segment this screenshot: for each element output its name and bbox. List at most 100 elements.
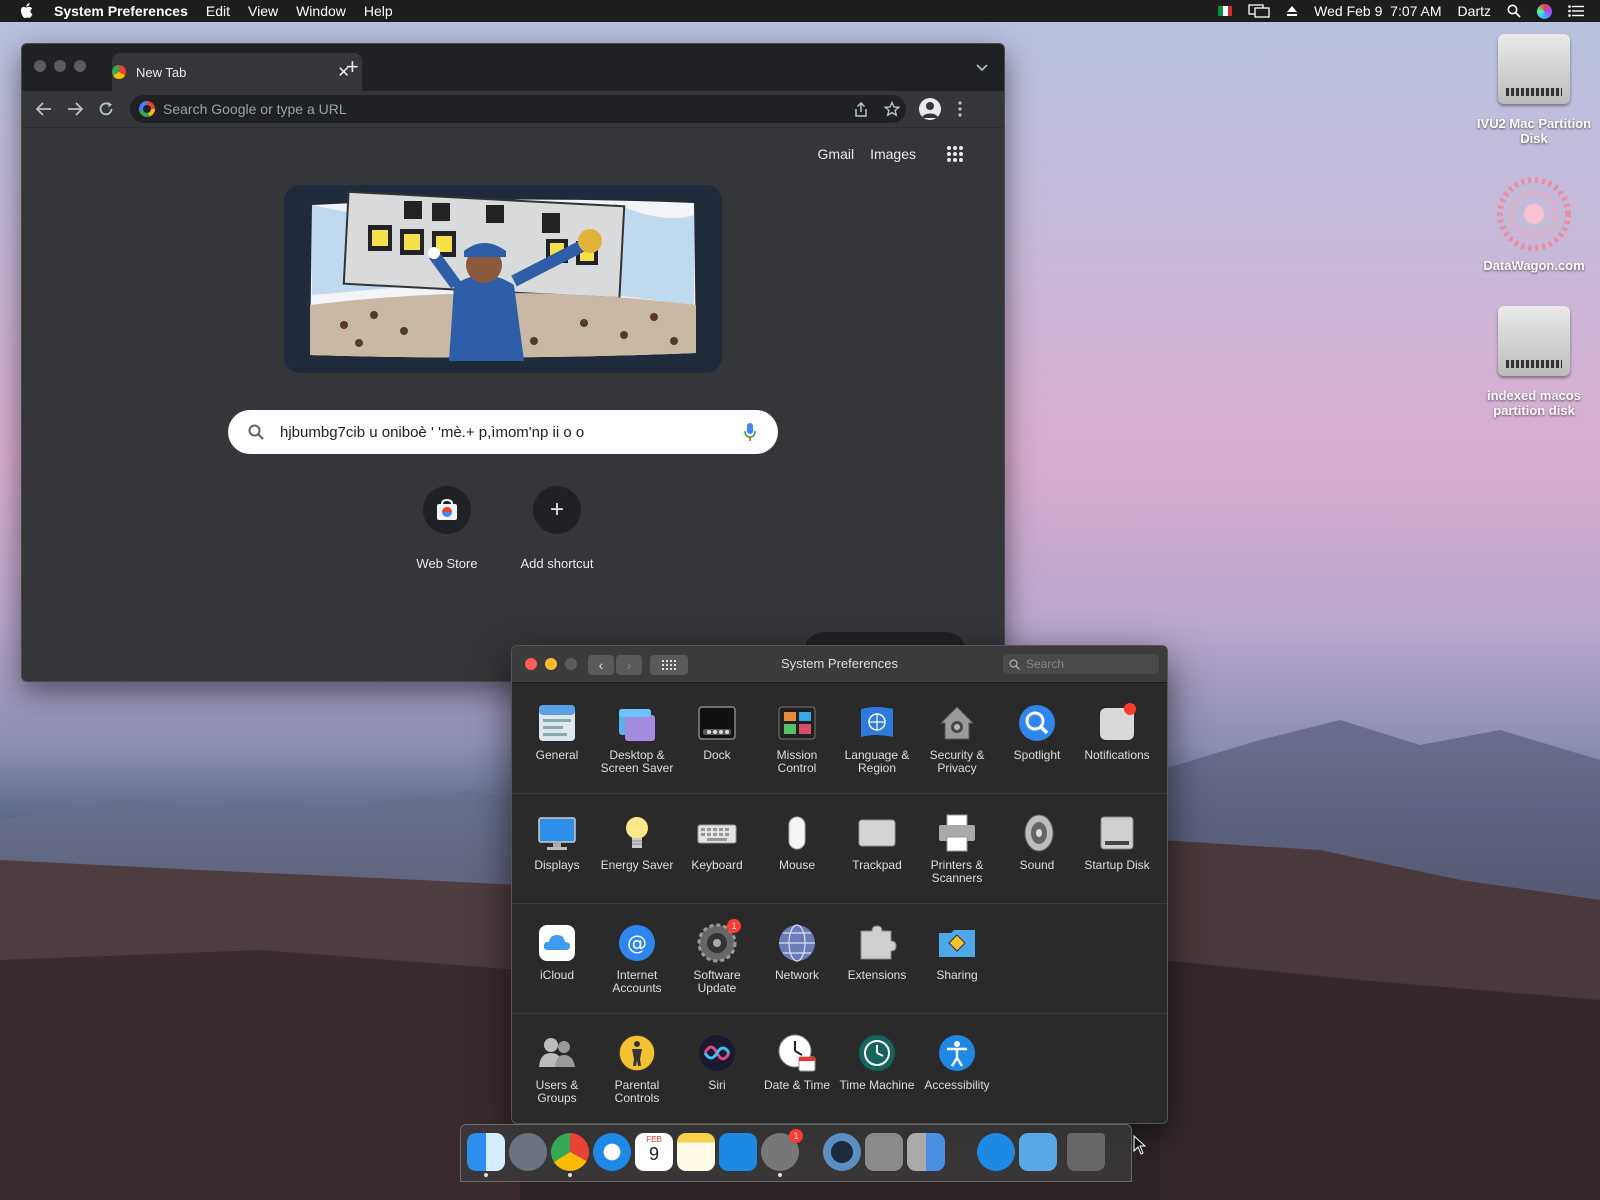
shortcut-add[interactable]: + Add shortcut [502,486,612,571]
calendar-day: 9 [648,1144,659,1164]
safari-compass-icon[interactable] [593,1133,631,1171]
launchpad-rocket-icon[interactable] [509,1133,547,1171]
pref-network[interactable]: Network [757,923,837,982]
notes-icon[interactable] [677,1133,715,1171]
pref-label: Extensions [847,968,907,982]
images-link[interactable]: Images [870,146,916,162]
chrome-window: New Tab ✕ + Search Google or type a URL … [21,43,1005,682]
siri-orb-icon [697,1033,737,1073]
menubar-user[interactable]: Dartz [1458,3,1491,19]
pref-label: Accessibility [924,1078,990,1092]
google-apps-grid-icon[interactable] [946,145,964,163]
prefs-row-2: Displays Energy Saver Keyboard Mouse Tra… [512,793,1167,904]
pref-language-region[interactable]: Language & Region [837,703,917,775]
minimize-window-button[interactable] [54,60,66,72]
pref-internet-accounts[interactable]: @ Internet Accounts [597,923,677,995]
notification-center-icon[interactable] [1568,5,1584,17]
pref-general[interactable]: General [517,703,597,762]
downloads-folder-icon[interactable] [1019,1133,1057,1171]
system-preferences-icon[interactable]: 1 [761,1129,803,1171]
pref-users-groups[interactable]: Users & Groups [517,1033,597,1105]
migration-assistant-icon[interactable] [907,1133,945,1171]
app-store-folder-icon[interactable] [977,1133,1015,1171]
profile-avatar-icon[interactable] [919,98,941,120]
gmail-link[interactable]: Gmail [818,146,855,162]
back-arrow-icon[interactable] [36,102,52,116]
finder-icon[interactable] [467,1133,505,1171]
pref-security-privacy[interactable]: Security & Privacy [917,703,997,775]
spotlight-search-icon[interactable] [1507,4,1521,18]
pref-sharing[interactable]: Sharing [917,923,997,982]
new-tab-button[interactable]: + [346,54,359,80]
chrome-menu-dots-icon[interactable] [958,101,962,117]
pref-parental-controls[interactable]: Parental Controls [597,1033,677,1105]
web-store-icon [423,486,471,534]
close-window-button[interactable] [34,60,46,72]
siri-icon[interactable] [1537,3,1552,19]
pref-printers-scanners[interactable]: Printers & Scanners [917,813,997,885]
pref-displays[interactable]: Displays [517,813,597,872]
sysprefs-search-input[interactable]: Search [1003,654,1159,674]
menu-view[interactable]: View [248,3,278,19]
calendar-icon[interactable]: FEB 9 [635,1133,673,1171]
pref-mouse[interactable]: Mouse [757,813,837,872]
desktop-icon-label: DataWagon.com [1483,258,1585,273]
desktop-icon-datawagon[interactable]: DataWagon.com [1474,176,1594,273]
zoom-window-button[interactable] [74,60,86,72]
menubar-clock[interactable]: Wed Feb 9 7:07 AM [1314,3,1441,19]
google-doodle-image[interactable] [284,185,722,373]
display-mirroring-icon[interactable] [1248,4,1270,18]
pref-label: Desktop & Screen Saver [600,748,674,775]
trash-icon[interactable] [1067,1133,1105,1171]
menu-edit[interactable]: Edit [206,3,230,19]
app-menu[interactable]: System Preferences [54,3,188,19]
desktop-icon-ivu2-disk[interactable]: IVU2 Mac Partition Disk [1474,34,1594,146]
pref-spotlight[interactable]: Spotlight [997,703,1077,762]
pref-extensions[interactable]: Extensions [837,923,917,982]
pref-sound[interactable]: Sound [997,813,1077,872]
apple-menu-icon[interactable] [20,3,34,19]
pref-notifications[interactable]: Notifications [1077,703,1157,762]
printer-icon [937,813,977,853]
puzzle-piece-icon [857,923,897,963]
omnibox-input[interactable]: Search Google or type a URL [130,95,906,123]
bookmark-star-icon[interactable] [884,101,900,117]
utility-app-icon[interactable] [865,1133,903,1171]
share-icon[interactable] [854,102,868,117]
pref-desktop-screen-saver[interactable]: Desktop & Screen Saver [597,703,677,775]
prefs-row-1: General Desktop & Screen Saver Dock Miss… [512,683,1167,794]
pref-mission-control[interactable]: Mission Control [757,703,837,775]
pref-dock[interactable]: Dock [677,703,757,762]
shortcut-label: Web Store [416,556,478,571]
forward-arrow-icon[interactable] [67,102,83,116]
pref-label: Notifications [1084,748,1150,762]
menu-help[interactable]: Help [364,3,393,19]
pref-trackpad[interactable]: Trackpad [837,813,917,872]
pref-time-machine[interactable]: Time Machine [837,1033,917,1092]
notifications-icon [1097,703,1137,743]
add-icon: + [533,486,581,534]
menu-window[interactable]: Window [296,3,346,19]
reload-icon[interactable] [98,101,114,117]
desktop-icon-indexed-disk[interactable]: indexed macos partition disk [1474,306,1594,418]
pref-siri[interactable]: Siri [677,1033,757,1092]
pref-label: Keyboard [691,858,743,872]
pref-keyboard[interactable]: Keyboard [677,813,757,872]
pref-startup-disk[interactable]: Startup Disk [1077,813,1157,872]
chrome-icon[interactable] [551,1133,589,1171]
eject-icon[interactable] [1286,5,1298,17]
voice-search-mic-icon[interactable] [744,423,756,441]
pref-accessibility[interactable]: Accessibility [917,1033,997,1092]
input-source-flag-icon[interactable] [1218,6,1233,16]
pref-date-time[interactable]: Date & Time [757,1033,837,1092]
app-store-icon[interactable] [719,1133,757,1171]
pref-icloud[interactable]: iCloud [517,923,597,982]
pref-software-update[interactable]: 1 Software Update [677,919,757,995]
quicktime-icon[interactable] [823,1133,861,1171]
shortcut-web-store[interactable]: Web Store [392,486,502,571]
ntp-search-box[interactable]: hjbumbg7cib u oniboè ' 'mè.+ p,ìmom'np i… [228,410,778,454]
tab-search-chevron-icon[interactable] [976,64,988,72]
pref-energy-saver[interactable]: Energy Saver [597,813,677,872]
tab-new-tab[interactable]: New Tab ✕ [112,53,362,91]
general-icon [537,703,577,743]
